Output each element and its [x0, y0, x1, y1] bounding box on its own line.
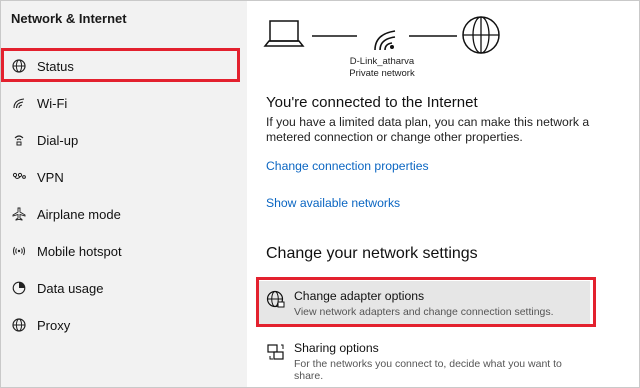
internet-globe-icon — [462, 16, 500, 54]
airplane-icon — [10, 205, 28, 223]
sidebar-item-airplane[interactable]: Airplane mode — [3, 198, 239, 230]
option-title: Sharing options — [294, 341, 379, 355]
sharing-icon — [266, 342, 286, 362]
sidebar-item-dialup[interactable]: Dial-up — [3, 124, 239, 156]
sidebar-item-proxy[interactable]: Proxy — [3, 309, 239, 341]
network-settings-heading: Change your network settings — [266, 245, 478, 262]
proxy-globe-icon — [10, 316, 28, 334]
sidebar-item-vpn[interactable]: VPN — [3, 161, 239, 193]
vpn-icon — [10, 168, 28, 186]
connection-status-heading: You're connected to the Internet — [266, 94, 478, 111]
sidebar-item-label: Mobile hotspot — [37, 243, 122, 259]
sidebar-item-label: Wi-Fi — [37, 95, 68, 111]
sidebar-item-data-usage[interactable]: Data usage — [3, 272, 239, 304]
sidebar-item-mobile-hotspot[interactable]: Mobile hotspot — [3, 235, 239, 267]
option-subtitle: For the networks you connect to, decide … — [294, 358, 562, 382]
sidebar-item-label: Proxy — [37, 317, 71, 333]
network-type: Private network — [349, 68, 415, 79]
main-panel: D-Link_atharva Private network You're co… — [248, 1, 638, 387]
sidebar-item-label: Dial-up — [37, 132, 79, 148]
sidebar-item-wifi[interactable]: Wi-Fi — [3, 87, 239, 119]
adapter-options-highlight — [256, 277, 596, 327]
wifi-icon — [374, 30, 396, 51]
sidebar-item-label: VPN — [37, 169, 64, 185]
change-connection-properties-link[interactable]: Change connection properties — [266, 159, 429, 173]
laptop-icon — [263, 20, 305, 47]
sidebar-title: Network & Internet — [11, 11, 127, 26]
sidebar-item-label: Data usage — [37, 280, 104, 296]
data-usage-icon — [10, 279, 28, 297]
connection-description: If you have a limited data plan, you can… — [266, 115, 590, 144]
sharing-options-button[interactable]: Sharing options For the networks you con… — [258, 333, 590, 382]
wifi-icon — [10, 94, 28, 112]
network-name: D-Link_atharva — [349, 56, 415, 67]
dialup-icon — [10, 131, 28, 149]
show-available-networks-link[interactable]: Show available networks — [266, 196, 400, 210]
status-highlight — [1, 48, 240, 82]
sidebar-item-label: Airplane mode — [37, 206, 121, 222]
hotspot-icon — [10, 242, 28, 260]
